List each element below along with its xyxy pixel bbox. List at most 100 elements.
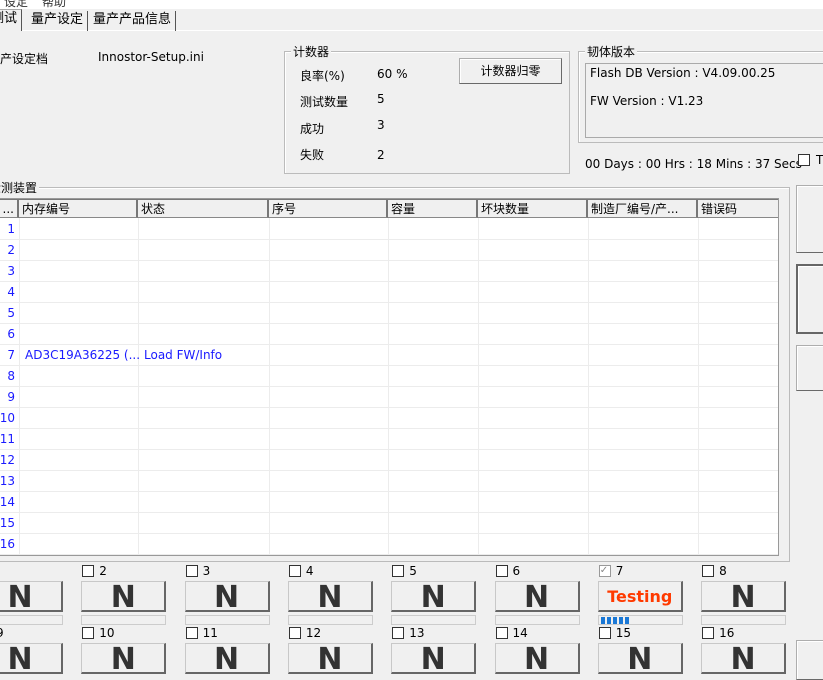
tab-mp-product-info[interactable]: 量产产品信息 (89, 11, 177, 31)
slot-status-button[interactable]: N (0, 581, 63, 612)
slot-status-button[interactable]: N (701, 643, 787, 674)
column-header[interactable]: 错误码 (698, 199, 778, 218)
slot-status-button[interactable]: N (0, 643, 63, 674)
row-index: 14 (0, 495, 15, 509)
table-row[interactable]: 1 (0, 218, 778, 239)
right-button-2[interactable] (796, 264, 823, 334)
flash-db-version: Flash DB Version : V4.09.00.25 (590, 66, 776, 80)
row-index: 8 (7, 369, 15, 383)
fail-label: 失败 (300, 148, 325, 162)
progress-segment (600, 617, 605, 624)
table-row[interactable]: 7 AD3C19A36225 (... Load FW/Info (0, 344, 778, 365)
slot-checkbox[interactable] (185, 565, 198, 577)
row-index: 1 (7, 222, 15, 236)
table-row[interactable]: 14 (0, 491, 778, 512)
slot-number: 10 (99, 626, 115, 640)
table-row[interactable]: 10 (0, 407, 778, 428)
table-row[interactable]: 2 (0, 239, 778, 260)
slot-status-button[interactable]: N (287, 581, 373, 612)
slot-checkbox[interactable] (702, 565, 715, 577)
progress-segment (606, 617, 611, 624)
row-index: 13 (0, 474, 15, 488)
firmware-info-box: Flash DB Version : V4.09.00.25 FW Versio… (585, 63, 823, 138)
slot-number: 9 (0, 626, 4, 640)
slot-progress-bar (494, 615, 580, 625)
slot-status-button[interactable]: N (701, 581, 787, 612)
slot-status-button[interactable]: N (81, 581, 167, 612)
slot-checkbox[interactable] (392, 565, 405, 577)
yield-label: 良率(%) (300, 69, 345, 83)
table-row[interactable]: 15 (0, 512, 778, 533)
yield-value: 60 % (377, 67, 408, 81)
slot-progress-bar (184, 615, 270, 625)
menu-help[interactable]: 帮助 (42, 0, 66, 9)
slot-number: 7 (615, 564, 624, 578)
table-row[interactable]: 4 (0, 281, 778, 302)
slot-checkbox[interactable] (495, 565, 508, 577)
slot-status-button[interactable]: N (597, 643, 683, 674)
column-header[interactable]: 制造厂编号/产... (588, 199, 698, 218)
right-button-4[interactable] (796, 640, 823, 680)
right-button-3[interactable] (796, 345, 823, 391)
slot-status-button[interactable]: N (391, 581, 477, 612)
column-header[interactable]: 状态 (138, 199, 269, 218)
slot-number: 11 (202, 626, 218, 640)
menu-settings[interactable]: 设定 (4, 0, 28, 9)
fail-value: 2 (377, 148, 385, 162)
slot-checkbox[interactable] (702, 627, 715, 639)
tab-mp-settings[interactable]: 量产设定 (27, 11, 89, 31)
slot-number: 2 (99, 564, 107, 578)
slot-checkbox[interactable]: ✓ (598, 565, 611, 577)
slot-progress-bar (391, 615, 477, 625)
column-header[interactable]: 序号 (269, 199, 388, 218)
slot-status-button[interactable]: N (391, 643, 477, 674)
slot-checkbox[interactable] (495, 627, 508, 639)
firmware-title: 韧体版本 (585, 43, 638, 60)
slot-checkbox[interactable] (185, 627, 198, 639)
slot-checkbox[interactable] (392, 627, 405, 639)
table-cell: AD3C19A36225 (... (25, 348, 141, 362)
column-header[interactable]: 坏块数量 (478, 199, 588, 218)
progress-segment (618, 617, 623, 624)
slot-status-button[interactable]: N (287, 643, 373, 674)
slot-number: 16 (719, 626, 735, 640)
row-index: 12 (0, 453, 15, 467)
config-file-label: 量产设定档 (0, 52, 49, 66)
grid-line (0, 554, 778, 555)
column-header[interactable]: 容量 (388, 199, 478, 218)
slot-status-button[interactable]: N (184, 581, 270, 612)
right-button-1[interactable] (796, 185, 823, 253)
slot-checkbox[interactable] (82, 565, 95, 577)
column-header[interactable]: 内存编号 (19, 199, 138, 218)
table-row[interactable]: 3 (0, 260, 778, 281)
slot-checkbox[interactable] (288, 627, 301, 639)
fw-version: FW Version : V1.23 (590, 94, 704, 108)
slot-status-button[interactable]: Testing (597, 581, 683, 612)
option-checkbox[interactable] (798, 154, 810, 166)
column-header[interactable]: ... (0, 199, 19, 218)
slot-status-button[interactable]: N (494, 581, 580, 612)
device-table: ... 内存编号 状态 序号 容量 坏块数量 制造厂编号/产... 错误码 1 2 3 4 5 6 7 AD… (0, 198, 779, 556)
slot-status-button[interactable]: N (184, 643, 270, 674)
row-index: 4 (7, 285, 15, 299)
counter-title: 计数器 (291, 43, 332, 60)
table-row[interactable]: 12 (0, 449, 778, 470)
slot-status-button[interactable]: N (494, 643, 580, 674)
menu-bar: 设定 帮助 (0, 0, 823, 9)
table-row[interactable]: 8 (0, 365, 778, 386)
table-row[interactable]: 6 (0, 323, 778, 344)
slot-checkbox[interactable] (288, 565, 301, 577)
reset-counter-button[interactable]: 计数器归零 (459, 58, 562, 84)
slot-status-button[interactable]: N (81, 643, 167, 674)
table-row[interactable]: 9 (0, 386, 778, 407)
slot-checkbox[interactable] (82, 627, 95, 639)
table-row[interactable]: 5 (0, 302, 778, 323)
slot-progress-bar (81, 615, 167, 625)
table-row[interactable]: 13 (0, 470, 778, 491)
table-row[interactable]: 16 (0, 533, 778, 554)
table-row[interactable]: 11 (0, 428, 778, 449)
slot-number: 5 (409, 564, 417, 578)
slot-checkbox[interactable] (598, 627, 611, 639)
tab-test[interactable]: 测试 (0, 9, 23, 31)
slot-progress-bar (701, 615, 787, 625)
